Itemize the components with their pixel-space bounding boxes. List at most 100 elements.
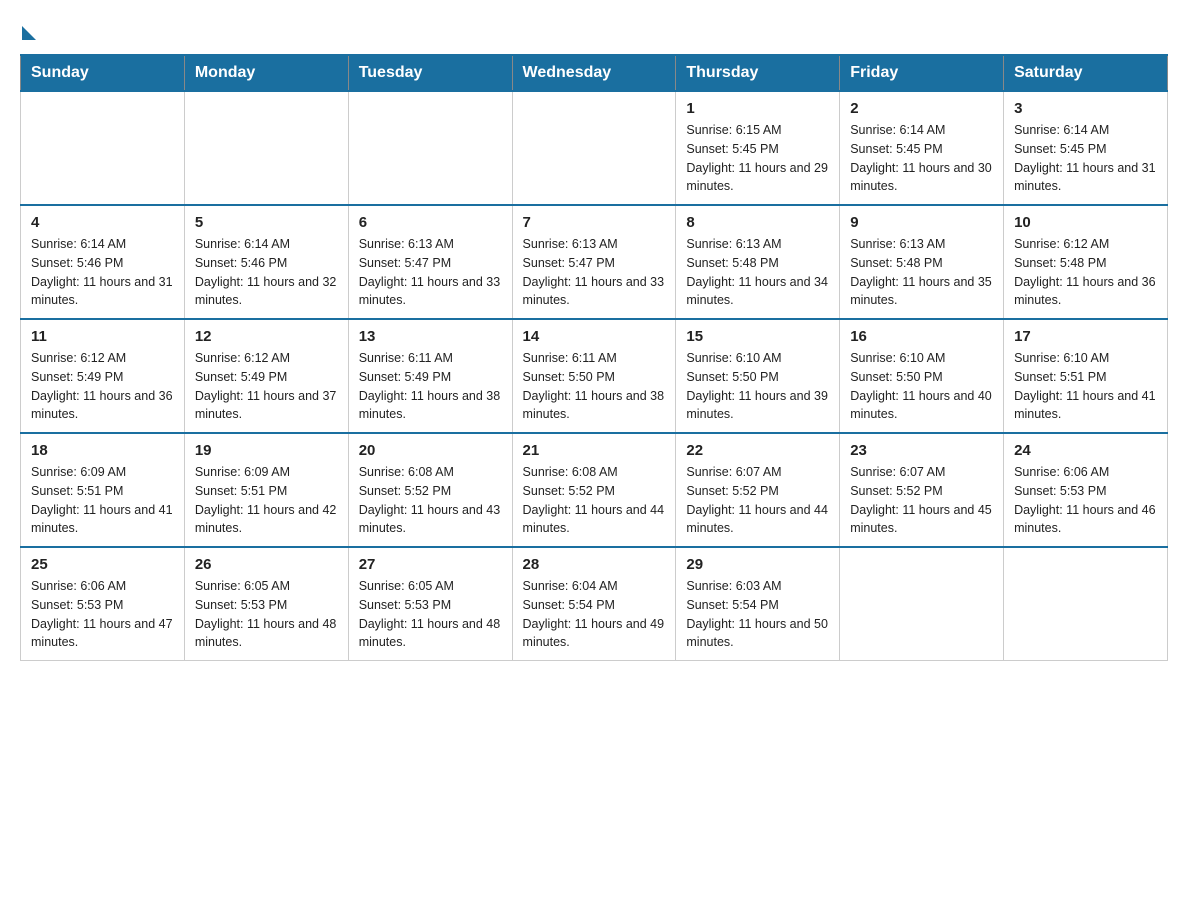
calendar-cell: 26 Sunrise: 6:05 AMSunset: 5:53 PMDayligh… bbox=[184, 547, 348, 661]
day-info: Sunrise: 6:08 AMSunset: 5:52 PMDaylight:… bbox=[523, 463, 666, 538]
calendar-cell: 28 Sunrise: 6:04 AMSunset: 5:54 PMDayligh… bbox=[512, 547, 676, 661]
day-info: Sunrise: 6:13 AMSunset: 5:47 PMDaylight:… bbox=[359, 235, 502, 310]
day-number: 29 bbox=[686, 556, 829, 573]
day-info: Sunrise: 6:14 AMSunset: 5:46 PMDaylight:… bbox=[195, 235, 338, 310]
day-number: 7 bbox=[523, 214, 666, 231]
day-info: Sunrise: 6:03 AMSunset: 5:54 PMDaylight:… bbox=[686, 577, 829, 652]
day-number: 10 bbox=[1014, 214, 1157, 231]
day-number: 5 bbox=[195, 214, 338, 231]
weekday-header-row: SundayMondayTuesdayWednesdayThursdayFrid… bbox=[21, 55, 1168, 91]
calendar-cell bbox=[1004, 547, 1168, 661]
weekday-header-thursday: Thursday bbox=[676, 55, 840, 91]
calendar-cell bbox=[21, 91, 185, 205]
day-number: 28 bbox=[523, 556, 666, 573]
day-info: Sunrise: 6:07 AMSunset: 5:52 PMDaylight:… bbox=[686, 463, 829, 538]
day-number: 11 bbox=[31, 328, 174, 345]
day-number: 3 bbox=[1014, 100, 1157, 117]
day-info: Sunrise: 6:09 AMSunset: 5:51 PMDaylight:… bbox=[31, 463, 174, 538]
calendar-cell: 4 Sunrise: 6:14 AMSunset: 5:46 PMDaylight… bbox=[21, 205, 185, 319]
day-number: 18 bbox=[31, 442, 174, 459]
day-number: 9 bbox=[850, 214, 993, 231]
day-info: Sunrise: 6:07 AMSunset: 5:52 PMDaylight:… bbox=[850, 463, 993, 538]
calendar-week-row: 1 Sunrise: 6:15 AMSunset: 5:45 PMDaylight… bbox=[21, 91, 1168, 205]
day-number: 26 bbox=[195, 556, 338, 573]
weekday-header-wednesday: Wednesday bbox=[512, 55, 676, 91]
day-info: Sunrise: 6:08 AMSunset: 5:52 PMDaylight:… bbox=[359, 463, 502, 538]
calendar-cell: 7 Sunrise: 6:13 AMSunset: 5:47 PMDaylight… bbox=[512, 205, 676, 319]
day-info: Sunrise: 6:13 AMSunset: 5:48 PMDaylight:… bbox=[850, 235, 993, 310]
day-info: Sunrise: 6:12 AMSunset: 5:48 PMDaylight:… bbox=[1014, 235, 1157, 310]
day-info: Sunrise: 6:14 AMSunset: 5:46 PMDaylight:… bbox=[31, 235, 174, 310]
day-info: Sunrise: 6:10 AMSunset: 5:50 PMDaylight:… bbox=[686, 349, 829, 424]
calendar-cell bbox=[840, 547, 1004, 661]
calendar-week-row: 18 Sunrise: 6:09 AMSunset: 5:51 PMDayligh… bbox=[21, 433, 1168, 547]
calendar-cell: 27Sunrise: 6:05 AMSunset: 5:53 PMDayligh… bbox=[348, 547, 512, 661]
day-info: Sunrise: 6:14 AMSunset: 5:45 PMDaylight:… bbox=[850, 121, 993, 196]
day-info: Sunrise: 6:12 AMSunset: 5:49 PMDaylight:… bbox=[195, 349, 338, 424]
calendar-cell: 5 Sunrise: 6:14 AMSunset: 5:46 PMDaylight… bbox=[184, 205, 348, 319]
day-number: 17 bbox=[1014, 328, 1157, 345]
weekday-header-saturday: Saturday bbox=[1004, 55, 1168, 91]
day-info: Sunrise: 6:14 AMSunset: 5:45 PMDaylight:… bbox=[1014, 121, 1157, 196]
calendar-cell bbox=[512, 91, 676, 205]
calendar-cell: 29 Sunrise: 6:03 AMSunset: 5:54 PMDayligh… bbox=[676, 547, 840, 661]
calendar-week-row: 4 Sunrise: 6:14 AMSunset: 5:46 PMDaylight… bbox=[21, 205, 1168, 319]
calendar-cell bbox=[184, 91, 348, 205]
calendar-week-row: 25 Sunrise: 6:06 AMSunset: 5:53 PMDayligh… bbox=[21, 547, 1168, 661]
weekday-header-friday: Friday bbox=[840, 55, 1004, 91]
calendar-cell: 13 Sunrise: 6:11 AMSunset: 5:49 PMDayligh… bbox=[348, 319, 512, 433]
day-number: 13 bbox=[359, 328, 502, 345]
logo bbox=[20, 20, 36, 36]
calendar-cell bbox=[348, 91, 512, 205]
day-info: Sunrise: 6:09 AMSunset: 5:51 PMDaylight:… bbox=[195, 463, 338, 538]
calendar-cell: 22 Sunrise: 6:07 AMSunset: 5:52 PMDayligh… bbox=[676, 433, 840, 547]
calendar-cell: 3 Sunrise: 6:14 AMSunset: 5:45 PMDaylight… bbox=[1004, 91, 1168, 205]
weekday-header-monday: Monday bbox=[184, 55, 348, 91]
day-info: Sunrise: 6:10 AMSunset: 5:51 PMDaylight:… bbox=[1014, 349, 1157, 424]
calendar-cell: 2 Sunrise: 6:14 AMSunset: 5:45 PMDaylight… bbox=[840, 91, 1004, 205]
calendar-cell: 19 Sunrise: 6:09 AMSunset: 5:51 PMDayligh… bbox=[184, 433, 348, 547]
day-number: 1 bbox=[686, 100, 829, 117]
calendar-week-row: 11 Sunrise: 6:12 AMSunset: 5:49 PMDayligh… bbox=[21, 319, 1168, 433]
calendar-cell: 8Sunrise: 6:13 AMSunset: 5:48 PMDaylight… bbox=[676, 205, 840, 319]
calendar-cell: 25 Sunrise: 6:06 AMSunset: 5:53 PMDayligh… bbox=[21, 547, 185, 661]
day-number: 2 bbox=[850, 100, 993, 117]
day-number: 25 bbox=[31, 556, 174, 573]
calendar-cell: 11 Sunrise: 6:12 AMSunset: 5:49 PMDayligh… bbox=[21, 319, 185, 433]
day-number: 27 bbox=[359, 556, 502, 573]
day-info: Sunrise: 6:11 AMSunset: 5:50 PMDaylight:… bbox=[523, 349, 666, 424]
day-info: Sunrise: 6:15 AMSunset: 5:45 PMDaylight:… bbox=[686, 121, 829, 196]
calendar-cell: 10 Sunrise: 6:12 AMSunset: 5:48 PMDayligh… bbox=[1004, 205, 1168, 319]
calendar-cell: 20Sunrise: 6:08 AMSunset: 5:52 PMDayligh… bbox=[348, 433, 512, 547]
day-info: Sunrise: 6:06 AMSunset: 5:53 PMDaylight:… bbox=[31, 577, 174, 652]
day-info: Sunrise: 6:10 AMSunset: 5:50 PMDaylight:… bbox=[850, 349, 993, 424]
calendar-cell: 16 Sunrise: 6:10 AMSunset: 5:50 PMDayligh… bbox=[840, 319, 1004, 433]
calendar-cell: 14 Sunrise: 6:11 AMSunset: 5:50 PMDayligh… bbox=[512, 319, 676, 433]
calendar-cell: 9 Sunrise: 6:13 AMSunset: 5:48 PMDaylight… bbox=[840, 205, 1004, 319]
day-number: 24 bbox=[1014, 442, 1157, 459]
day-number: 8 bbox=[686, 214, 829, 231]
calendar-cell: 15 Sunrise: 6:10 AMSunset: 5:50 PMDayligh… bbox=[676, 319, 840, 433]
weekday-header-tuesday: Tuesday bbox=[348, 55, 512, 91]
day-info: Sunrise: 6:05 AMSunset: 5:53 PMDaylight:… bbox=[195, 577, 338, 652]
day-info: Sunrise: 6:04 AMSunset: 5:54 PMDaylight:… bbox=[523, 577, 666, 652]
logo-arrow-icon bbox=[22, 26, 36, 40]
day-number: 22 bbox=[686, 442, 829, 459]
calendar-cell: 17 Sunrise: 6:10 AMSunset: 5:51 PMDayligh… bbox=[1004, 319, 1168, 433]
day-number: 12 bbox=[195, 328, 338, 345]
day-number: 16 bbox=[850, 328, 993, 345]
day-number: 14 bbox=[523, 328, 666, 345]
calendar-table: SundayMondayTuesdayWednesdayThursdayFrid… bbox=[20, 54, 1168, 661]
day-info: Sunrise: 6:12 AMSunset: 5:49 PMDaylight:… bbox=[31, 349, 174, 424]
day-number: 15 bbox=[686, 328, 829, 345]
calendar-cell: 23Sunrise: 6:07 AMSunset: 5:52 PMDayligh… bbox=[840, 433, 1004, 547]
day-info: Sunrise: 6:11 AMSunset: 5:49 PMDaylight:… bbox=[359, 349, 502, 424]
day-info: Sunrise: 6:06 AMSunset: 5:53 PMDaylight:… bbox=[1014, 463, 1157, 538]
day-number: 4 bbox=[31, 214, 174, 231]
calendar-cell: 12 Sunrise: 6:12 AMSunset: 5:49 PMDayligh… bbox=[184, 319, 348, 433]
day-number: 19 bbox=[195, 442, 338, 459]
page-header bbox=[20, 20, 1168, 36]
calendar-cell: 24 Sunrise: 6:06 AMSunset: 5:53 PMDayligh… bbox=[1004, 433, 1168, 547]
calendar-cell: 6Sunrise: 6:13 AMSunset: 5:47 PMDaylight… bbox=[348, 205, 512, 319]
day-info: Sunrise: 6:13 AMSunset: 5:47 PMDaylight:… bbox=[523, 235, 666, 310]
